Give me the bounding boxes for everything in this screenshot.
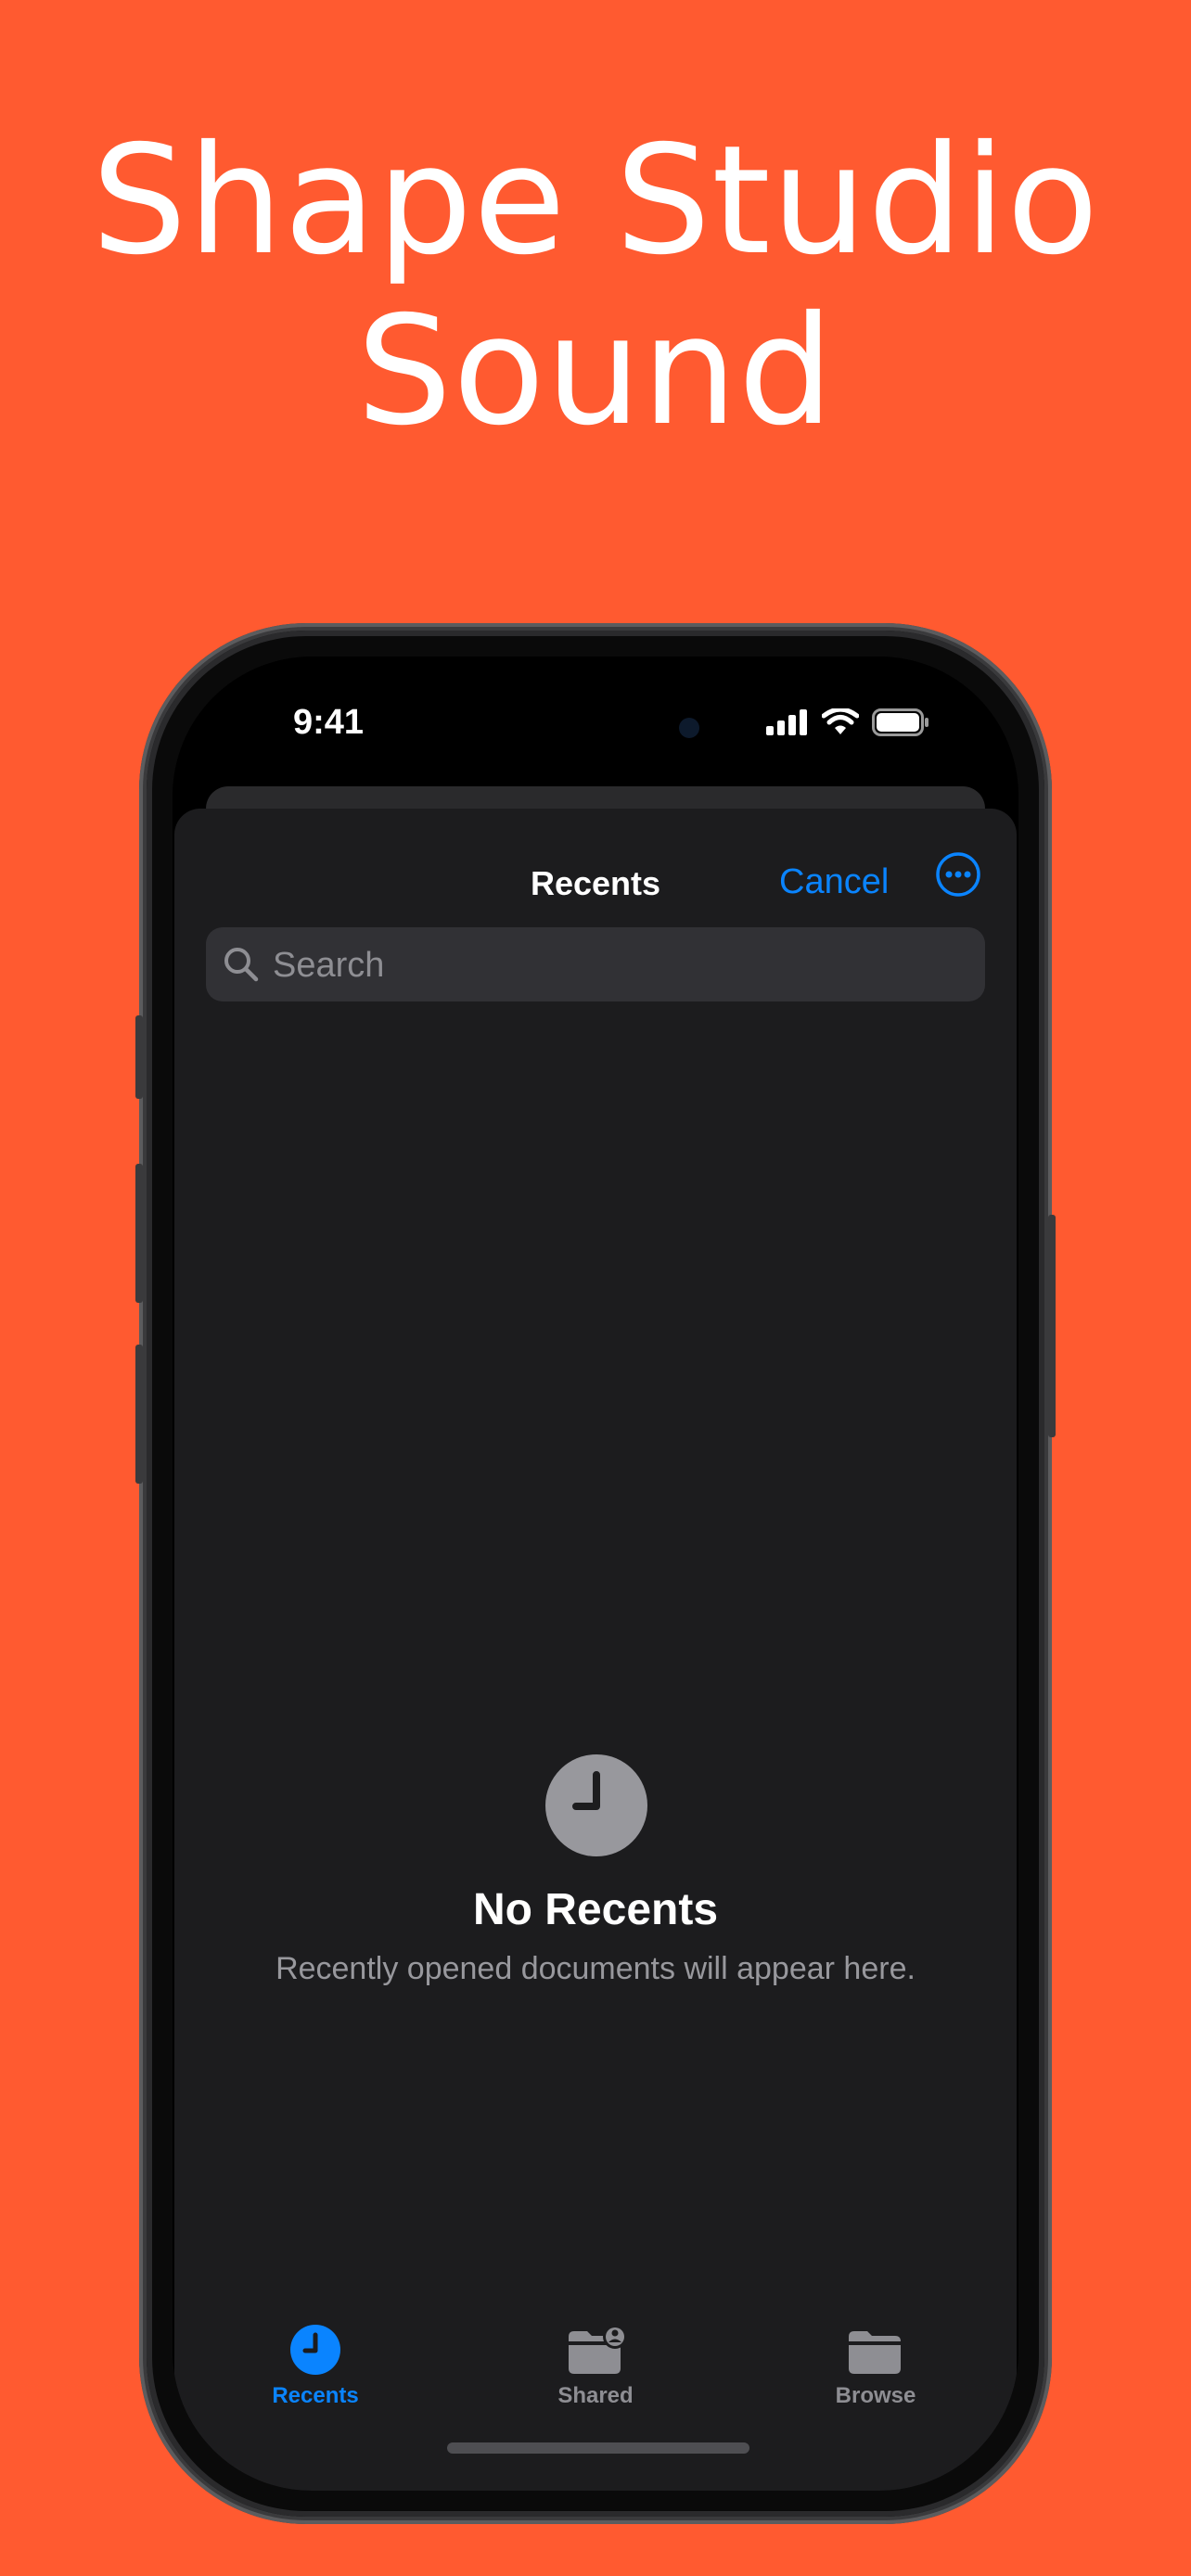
ellipsis-circle-icon[interactable] bbox=[935, 851, 981, 898]
clock-icon bbox=[545, 1754, 647, 1856]
tab-bar: Recents Shared Browse bbox=[174, 2322, 1017, 2452]
tab-browse[interactable]: Browse bbox=[783, 2322, 968, 2409]
wifi-icon bbox=[822, 708, 859, 734]
search-icon bbox=[224, 948, 259, 982]
document-picker-sheet: Recents Cancel Search No Recents Recentl… bbox=[174, 809, 1017, 2491]
tab-shared-label: Shared bbox=[557, 2383, 634, 2408]
cellular-signal-icon bbox=[766, 709, 807, 735]
tab-recents-label: Recents bbox=[272, 2383, 359, 2408]
home-indicator bbox=[447, 2442, 749, 2454]
volume-down-button bbox=[135, 1345, 143, 1484]
tab-recents[interactable]: Recents bbox=[223, 2322, 408, 2409]
empty-state-subtitle: Recently opened documents will appear he… bbox=[275, 1951, 916, 1986]
folder-icon bbox=[849, 2331, 901, 2374]
search-field[interactable]: Search bbox=[206, 927, 985, 1001]
headline-line-2: Sound bbox=[356, 285, 835, 459]
tab-browse-label: Browse bbox=[835, 2383, 916, 2408]
search-placeholder: Search bbox=[273, 946, 385, 985]
phone-screen: 9:41 Recents Cancel Search No Recents Re… bbox=[173, 657, 1018, 2491]
shared-folder-icon bbox=[569, 2325, 627, 2374]
camera-dot bbox=[679, 718, 699, 738]
nav-title: Recents bbox=[530, 864, 661, 902]
cancel-button[interactable]: Cancel bbox=[779, 862, 889, 902]
headline: Shape Studio Sound bbox=[0, 116, 1191, 457]
clock-icon bbox=[290, 2325, 340, 2375]
status-bar: 9:41 bbox=[173, 657, 1018, 786]
status-time: 9:41 bbox=[293, 703, 365, 742]
empty-state-title: No Recents bbox=[472, 1885, 719, 1934]
battery-icon bbox=[872, 708, 928, 736]
power-button bbox=[1048, 1215, 1056, 1437]
status-icons bbox=[766, 708, 929, 736]
volume-up-button bbox=[135, 1164, 143, 1303]
headline-line-1: Shape Studio bbox=[91, 114, 1100, 288]
action-button bbox=[135, 1015, 143, 1099]
tab-shared[interactable]: Shared bbox=[503, 2322, 688, 2409]
